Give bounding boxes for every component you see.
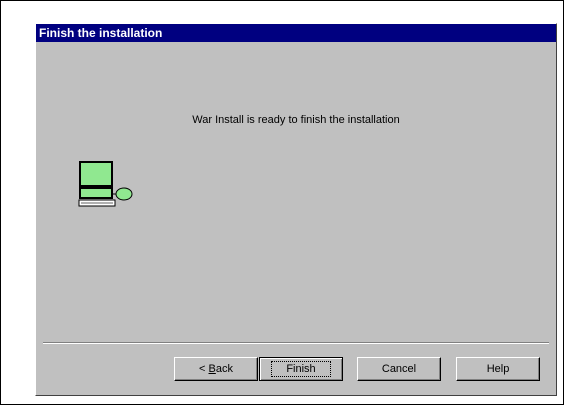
- back-label-accesskey: B: [208, 363, 216, 375]
- dialog-titlebar: Finish the installation: [36, 24, 556, 42]
- dialog-title: Finish the installation: [39, 26, 163, 40]
- button-separator: [43, 342, 549, 344]
- help-label: Help: [486, 363, 510, 375]
- computer-icon: [78, 160, 138, 210]
- cancel-button[interactable]: Cancel: [357, 357, 441, 381]
- finish-button[interactable]: Finish: [259, 357, 343, 381]
- help-button[interactable]: Help: [456, 357, 540, 381]
- back-label-rest: ack: [215, 363, 233, 375]
- back-label-prefix: <: [199, 363, 209, 375]
- finish-label: Finish: [271, 361, 331, 377]
- cancel-label: Cancel: [381, 363, 417, 375]
- ready-message: War Install is ready to finish the insta…: [192, 114, 400, 126]
- back-button[interactable]: < Back: [174, 357, 258, 381]
- install-dialog: Finish the installation War Install is r…: [35, 23, 557, 396]
